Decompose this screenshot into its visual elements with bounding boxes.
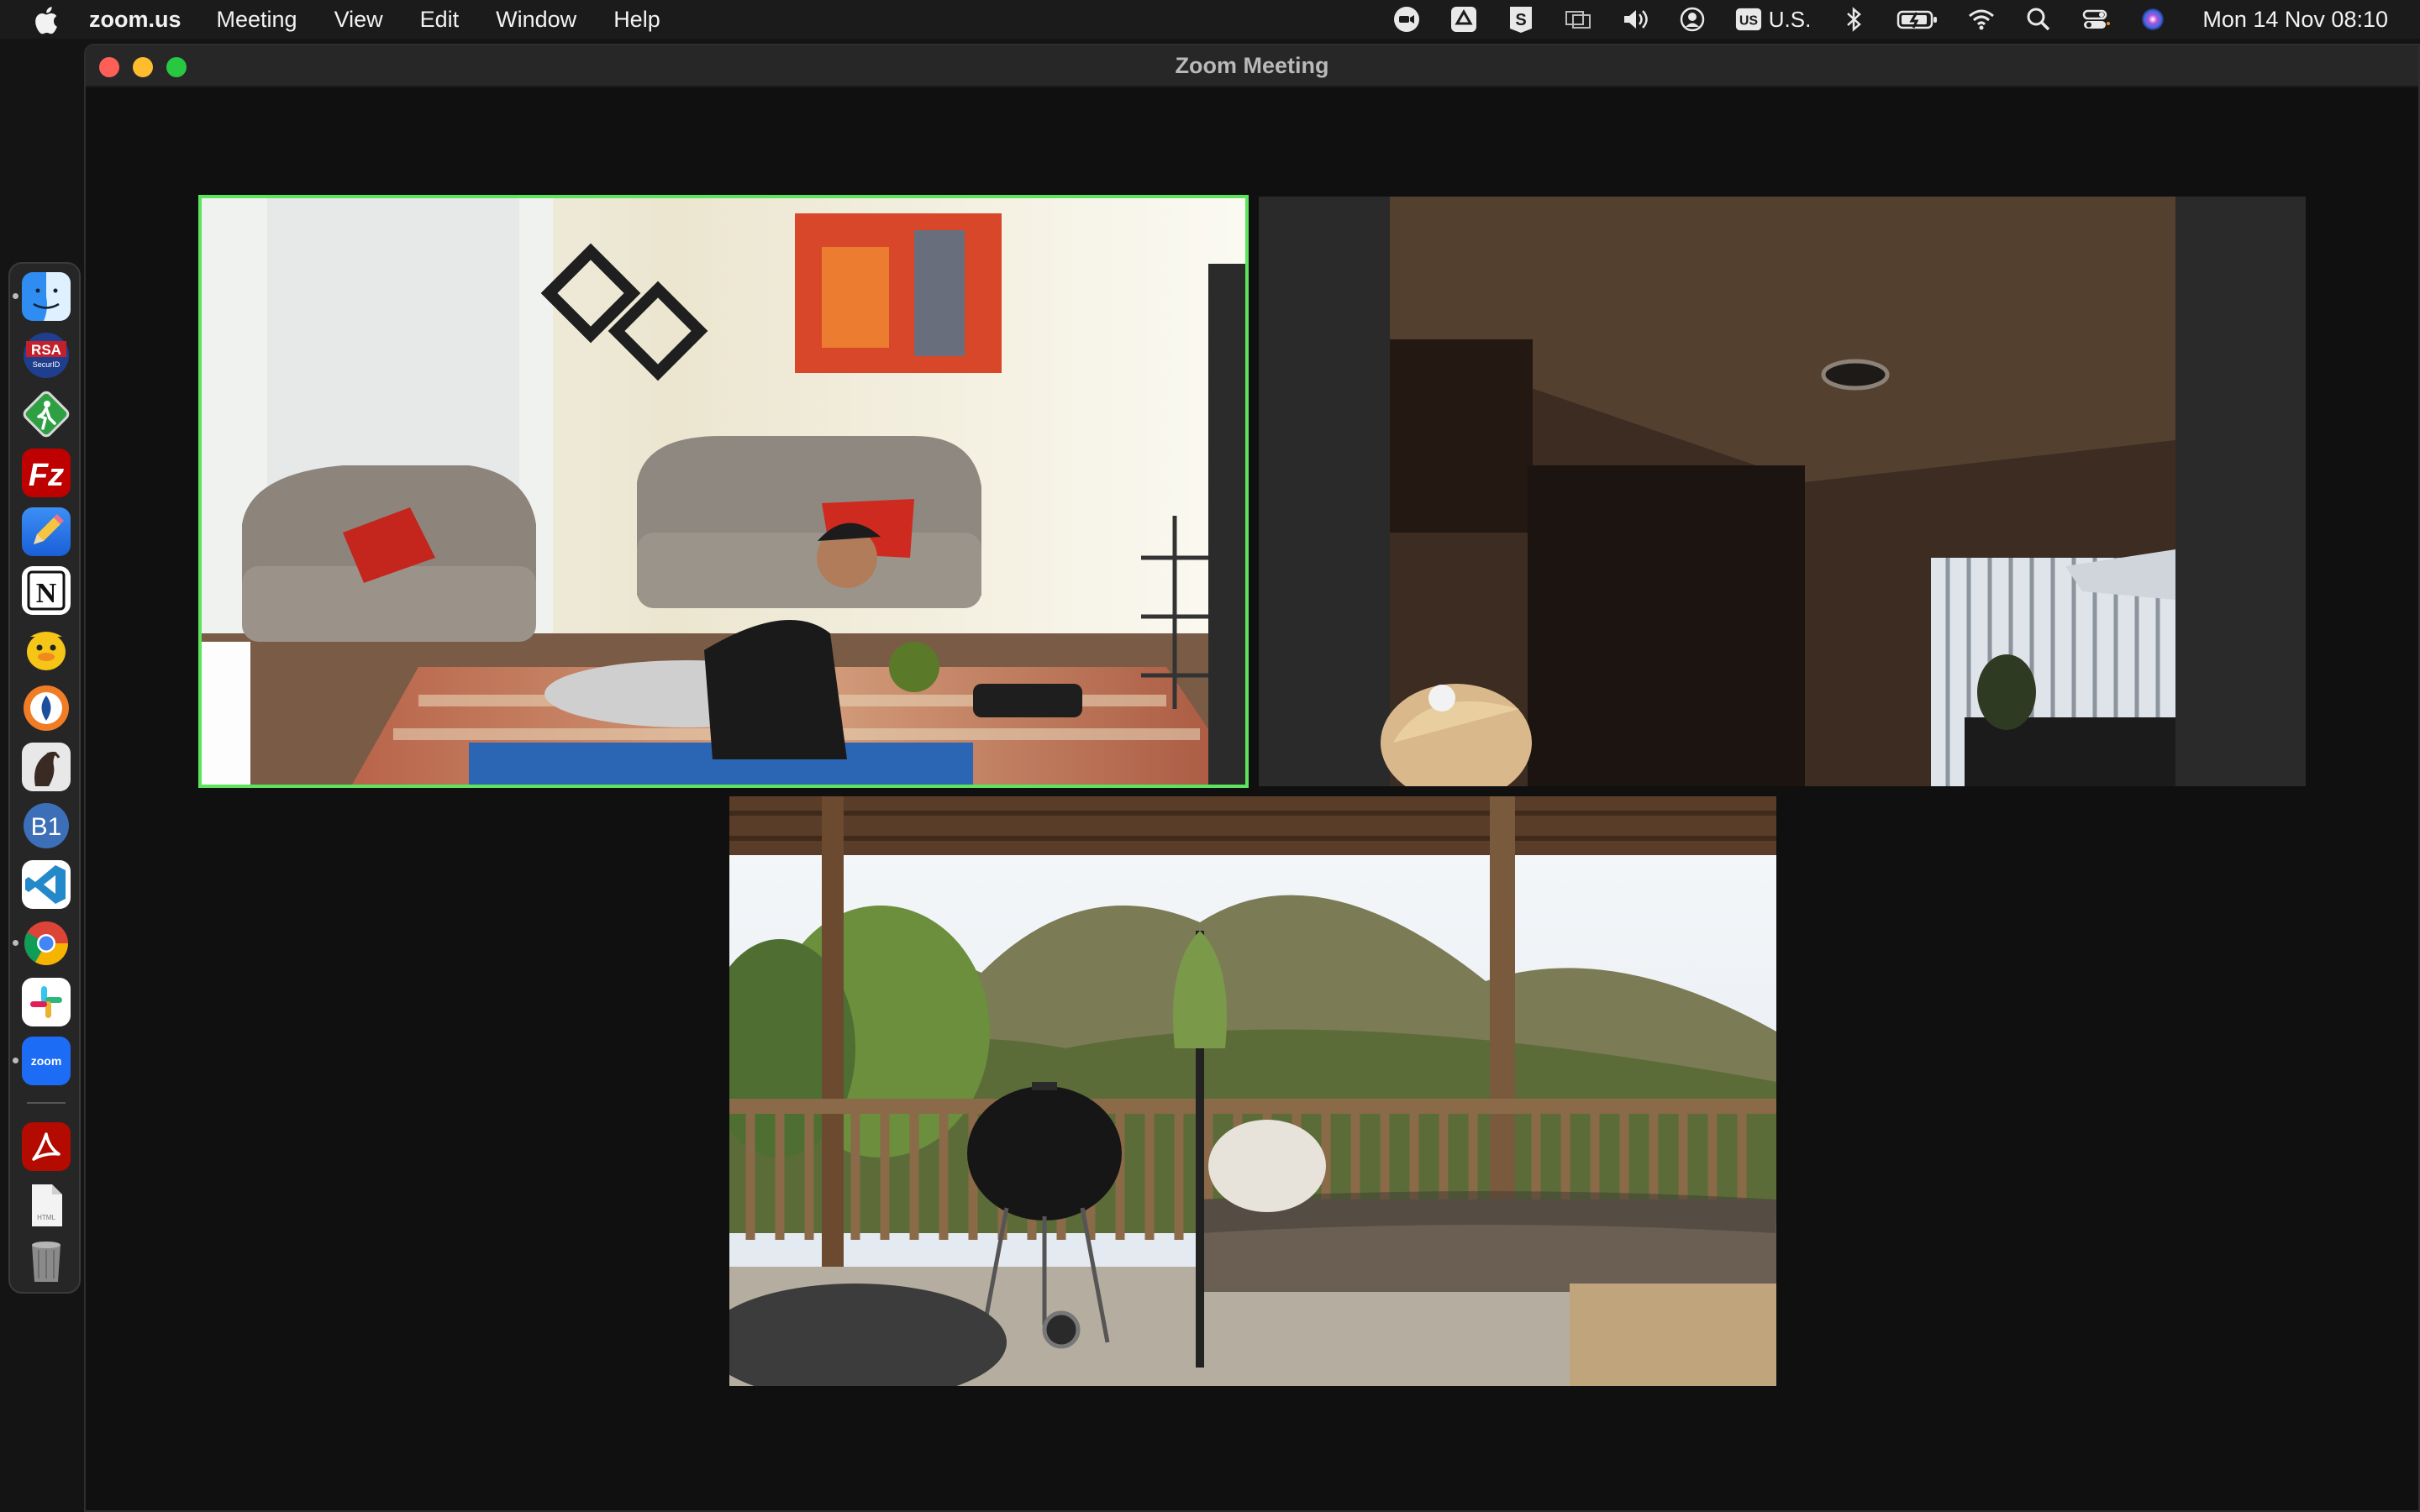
pencil-app-icon[interactable] [22,507,71,556]
chrome-icon[interactable] [22,919,71,968]
slack-icon[interactable] [22,978,71,1026]
pedestrian-sign-app-icon[interactable] [22,390,71,438]
dock: RSA SecurID Fz N B1 zoom HTML [8,262,81,1294]
acrobat-icon[interactable] [22,1122,71,1171]
cyberduck-icon[interactable] [22,625,71,674]
b1-app-icon[interactable]: B1 [22,801,71,850]
running-indicator [13,1058,18,1063]
window-titlebar[interactable]: Zoom Meeting [86,45,2418,87]
html-document-icon[interactable]: HTML [22,1181,71,1230]
rsa-securid-icon[interactable]: RSA SecurID [22,331,71,380]
wifi-icon[interactable] [1967,5,1996,34]
menu-meeting[interactable]: Meeting [217,7,297,33]
vscode-icon[interactable] [22,860,71,909]
keyboard-input-icon[interactable]: US U.S. [1735,5,1812,34]
zoom-label: zoom [31,1054,62,1068]
zoom-meeting-window: Zoom Meeting [84,44,2420,1512]
menu-help[interactable]: Help [613,7,660,33]
apple-menu-icon[interactable] [32,5,59,34]
scrivener-icon[interactable]: S [1507,5,1535,34]
app-menu-zoom[interactable]: zoom.us [89,7,182,33]
video-feed-porch [729,796,1776,1386]
menu-window[interactable]: Window [496,7,576,33]
securid-label: SecurID [33,360,60,369]
minimize-button[interactable] [133,57,153,77]
input-source-label: U.S. [1768,6,1812,32]
dock-separator [27,1102,66,1104]
svg-text:S: S [1515,11,1526,29]
filezilla-icon[interactable]: Fz [22,449,71,497]
html-label: HTML [37,1214,55,1221]
drop-icon[interactable] [22,684,71,732]
user-account-icon[interactable] [1678,5,1707,34]
participant-video-tile-1[interactable] [198,195,1249,788]
sequel-ace-icon[interactable] [22,743,71,791]
siri-icon[interactable] [2139,5,2167,34]
running-indicator [13,293,18,299]
menu-edit[interactable]: Edit [420,7,460,33]
finder-icon[interactable] [22,272,71,321]
spotlight-search-icon[interactable] [2024,5,2053,34]
filezilla-label: Fz [29,458,64,493]
input-badge: US [1739,14,1759,29]
battery-charging-icon[interactable] [1897,5,1939,34]
zoom-status-icon[interactable] [1392,5,1421,34]
trash-icon[interactable] [22,1236,71,1285]
zoom-button[interactable] [166,57,187,77]
menu-view[interactable]: View [334,7,383,33]
bluetooth-icon[interactable] [1839,5,1868,34]
menu-bar: zoom.us Meeting View Edit Window Help S … [0,0,2420,39]
control-center-icon[interactable] [2081,5,2111,34]
google-drive-icon[interactable] [1449,5,1478,34]
video-feed-living-room [200,197,1247,786]
zoom-icon[interactable]: zoom [22,1037,71,1085]
b1-label: B1 [31,813,62,841]
window-title: Zoom Meeting [1175,52,1329,78]
participant-video-tile-2[interactable] [1259,197,2306,786]
notion-icon[interactable]: N [22,566,71,615]
notion-label: N [36,578,57,609]
participant-video-tile-3[interactable] [729,796,1776,1386]
display-mirroring-icon[interactable] [1564,5,1592,34]
volume-icon[interactable] [1621,5,1649,34]
rsa-label: RSA [31,342,61,358]
close-button[interactable] [99,57,119,77]
running-indicator [13,940,18,946]
video-feed-dim-room [1259,197,2306,786]
menubar-clock[interactable]: Mon 14 Nov 08:10 [2202,7,2388,33]
